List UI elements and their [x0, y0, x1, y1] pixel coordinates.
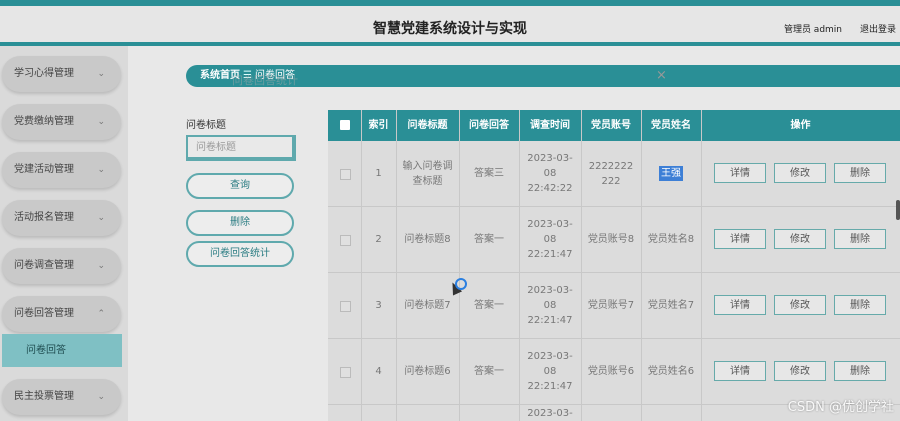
table-header: 索引 问卷标题 问卷回答 调查时间 党员账号 党员姓名 操作 [328, 110, 900, 141]
header-title: 问卷标题 [407, 120, 448, 131]
selected-name-text: 王强 [659, 166, 683, 181]
top-bar: 智慧党建系统设计与实现 管理员 admin 退出登录 [0, 0, 900, 46]
cell-answer: 答案一 [474, 366, 504, 377]
detail-button[interactable]: 详情 [714, 229, 766, 249]
row-checkbox[interactable] [340, 235, 351, 246]
title-search-input[interactable] [186, 135, 296, 161]
cell-answer: 答案一 [474, 300, 504, 311]
sidebar-item-label: 问卷回答管理 [14, 308, 74, 319]
cell-index: 3 [375, 300, 382, 311]
cell-time: 2023-03-08 22:21:47 [527, 285, 573, 326]
sidebar-item-fee[interactable]: 党费缴纳管理 ⌄ [2, 104, 121, 140]
row-checkbox[interactable] [340, 367, 351, 378]
sidebar-item-vote[interactable]: 民主投票管理 ⌄ [2, 379, 121, 415]
sidebar-item-label: 民主投票管理 [14, 391, 74, 402]
cell-account: 2222222222 [588, 160, 634, 187]
sidebar-item-label: 党费缴纳管理 [14, 116, 74, 127]
cell-name: 党员姓名7 [647, 300, 695, 311]
row-delete-button[interactable]: 删除 [834, 361, 886, 381]
cell-title: 问卷标题8 [404, 234, 451, 245]
header-index: 索引 [368, 120, 389, 131]
chevron-down-icon: ⌄ [97, 392, 105, 402]
sidebar-item-answers[interactable]: 问卷回答管理 ⌃ [2, 296, 121, 332]
cell-account: 党员账号7 [587, 300, 635, 311]
detail-button[interactable]: 详情 [714, 163, 766, 183]
header-account: 党员账号 [591, 120, 631, 131]
edit-button[interactable]: 修改 [774, 361, 826, 381]
cell-time: 2023-03-08 22:42:22 [527, 153, 573, 194]
chevron-down-icon: ⌄ [97, 165, 105, 175]
sidebar-item-survey[interactable]: 问卷调查管理 ⌄ [2, 248, 121, 284]
query-button[interactable]: 查询 [186, 173, 294, 199]
row-delete-button[interactable]: 删除 [834, 163, 886, 183]
header-name: 党员姓名 [651, 120, 691, 131]
cell-time: 2023-03-08 22:21:47 [527, 351, 573, 392]
cell-name: 王强 [641, 141, 701, 206]
cell-time: 2023-03-08 22:21:47 [527, 219, 573, 260]
select-all-checkbox[interactable] [340, 120, 350, 130]
sidebar-item-signup[interactable]: 活动报名管理 ⌄ [2, 200, 121, 236]
table-row: 2 问卷标题8 答案一 2023-03-08 22:21:47 党员账号8 党员… [328, 207, 900, 273]
sidebar-item-label: 党建活动管理 [14, 164, 74, 175]
click-indicator-icon [455, 278, 467, 290]
cell-time: 2023-03- [527, 408, 573, 419]
row-delete-button[interactable]: 删除 [834, 295, 886, 315]
edit-button[interactable]: 修改 [774, 229, 826, 249]
delete-button[interactable]: 删除 [186, 210, 294, 236]
cell-answer: 答案三 [474, 168, 504, 179]
sidebar-item-activity[interactable]: 党建活动管理 ⌄ [2, 152, 121, 188]
cell-index: 2 [375, 234, 382, 245]
answers-table: 索引 问卷标题 问卷回答 调查时间 党员账号 党员姓名 操作 1 输入问卷调查标… [328, 110, 900, 421]
row-checkbox[interactable] [340, 301, 351, 312]
header-ops: 操作 [790, 120, 811, 131]
sidebar-item-label: 活动报名管理 [14, 212, 74, 223]
sidebar-item-label: 学习心得管理 [14, 68, 74, 79]
answer-stats-button[interactable]: 问卷回答统计 [186, 241, 294, 267]
cell-index: 4 [375, 366, 382, 377]
cell-name: 党员姓名6 [647, 366, 695, 377]
chevron-down-icon: ⌄ [97, 69, 105, 79]
sidebar-item-label: 问卷调查管理 [14, 260, 74, 271]
row-delete-button[interactable]: 删除 [834, 229, 886, 249]
cell-name: 党员姓名8 [647, 234, 695, 245]
header-time: 调查时间 [530, 120, 570, 131]
cell-title: 问卷标题6 [404, 366, 451, 377]
page-scrollbar[interactable] [896, 200, 900, 220]
cell-index: 1 [375, 168, 382, 179]
edit-button[interactable]: 修改 [774, 163, 826, 183]
cell-account: 党员账号8 [587, 234, 635, 245]
sidebar-item-study[interactable]: 学习心得管理 ⌄ [2, 56, 121, 92]
edit-button[interactable]: 修改 [774, 295, 826, 315]
row-checkbox[interactable] [340, 169, 351, 180]
table-row: 3 问卷标题7 答案一 2023-03-08 22:21:47 党员账号7 党员… [328, 273, 900, 339]
detail-button[interactable]: 详情 [714, 361, 766, 381]
chevron-down-icon: ⌄ [97, 213, 105, 223]
table-row: 1 输入问卷调查标题 答案三 2023-03-08 22:42:22 22222… [328, 141, 900, 207]
admin-label: 管理员 admin [783, 25, 842, 35]
dialog-ghost-title: 问卷回答统计 [232, 74, 298, 87]
logout-link[interactable]: 退出登录 [860, 22, 896, 35]
title-field-label: 问卷标题 [186, 120, 226, 131]
chevron-up-icon: ⌃ [97, 309, 105, 319]
cell-title: 输入问卷调查标题 [402, 160, 453, 187]
system-title: 智慧党建系统设计与实现 [373, 21, 527, 37]
cell-account: 党员账号6 [587, 366, 635, 377]
sidebar-subitem-answers[interactable]: 问卷回答 [2, 334, 122, 367]
close-icon[interactable]: × [656, 68, 667, 83]
chevron-down-icon: ⌄ [97, 117, 105, 127]
header-answer: 问卷回答 [469, 120, 509, 131]
watermark: CSDN @优创学社 [787, 400, 894, 415]
detail-button[interactable]: 详情 [714, 295, 766, 315]
chevron-down-icon: ⌄ [97, 261, 105, 271]
cell-answer: 答案一 [474, 234, 504, 245]
